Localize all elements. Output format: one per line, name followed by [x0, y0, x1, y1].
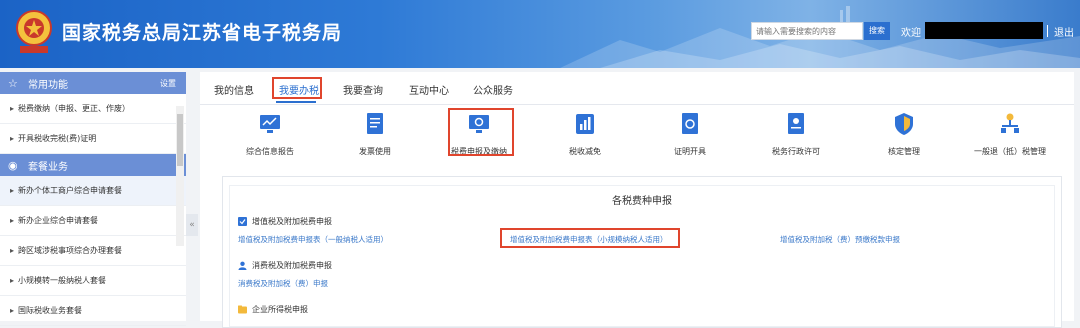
header-bar: 国家税务总局江苏省电子税务局 搜索 欢迎 退出: [0, 0, 1080, 68]
bullet-icon: ▸: [10, 216, 15, 225]
sidebar-item-label: 国际税收业务套餐: [18, 306, 83, 315]
active-tab-indicator: [276, 101, 316, 103]
sidebar-item-new-enterprise[interactable]: ▸ 新办企业综合申请套餐: [0, 206, 186, 236]
bullet-icon: ▸: [10, 134, 15, 143]
welcome-text: 欢迎: [901, 28, 921, 39]
scrollbar-thumb[interactable]: [177, 114, 183, 166]
link-vat-general[interactable]: 增值税及附加税费申报表（一般纳税人适用）: [238, 234, 388, 245]
common-functions-title: 常用功能: [28, 79, 68, 91]
function-label: 发票使用: [359, 147, 391, 156]
section-enterprise-income: 企业所得税申报: [238, 304, 308, 315]
header-divider: [1047, 25, 1048, 37]
sidebar-item-small-to-general[interactable]: ▸ 小规模转一般纳税人套餐: [0, 266, 186, 296]
sidebar-item-label: 小规模转一般纳税人套餐: [18, 276, 107, 285]
star-icon: ☆: [8, 76, 18, 90]
sidebar-item-label: 税费缴纳（申报、更正、作废）: [18, 104, 131, 113]
person-icon: [238, 261, 247, 270]
bullet-icon: ▸: [10, 186, 15, 195]
package-business-header[interactable]: ◉ 套餐业务: [0, 154, 186, 176]
document-icon: [367, 113, 383, 134]
bullet-icon: ▸: [10, 246, 15, 255]
bullet-icon: ▸: [10, 276, 15, 285]
section-vat: 增值税及附加税费申报: [238, 216, 332, 227]
search-input[interactable]: [751, 22, 863, 40]
folder-icon: [238, 305, 247, 314]
function-certificate[interactable]: 证明开具: [640, 112, 740, 157]
function-label: 一般退（抵）税管理: [974, 147, 1046, 156]
function-info-report[interactable]: 综合信息报告: [220, 112, 320, 157]
main-content: 我的信息 我要办税 我要查询 互动中心 公众服务 综合信息报告 发票使用 税费申: [200, 72, 1074, 328]
function-label: 税收减免: [569, 147, 601, 156]
tab-my-info[interactable]: 我的信息: [214, 82, 254, 97]
logout-link[interactable]: 退出: [1054, 24, 1074, 39]
refund-tree-icon: [1001, 113, 1019, 133]
function-label: 税务行政许可: [772, 147, 820, 156]
sidebar-item-international-tax[interactable]: ▸ 国际税收业务套餐: [0, 296, 186, 326]
shield-icon: [895, 113, 913, 135]
common-functions-header[interactable]: ☆ 常用功能 设置: [0, 72, 186, 94]
sidebar-item-tax-payment[interactable]: ▸ 税费缴纳（申报、更正、作废）: [0, 94, 186, 124]
section-title: 企业所得税申报: [252, 305, 308, 314]
section-consumption: 消费税及附加税费申报: [238, 260, 332, 271]
package-business-title: 套餐业务: [28, 161, 68, 173]
tab-bar: 我的信息 我要办税 我要查询 互动中心 公众服务: [200, 72, 1074, 105]
link-highlight-box: [500, 228, 680, 248]
bullet-icon: ▸: [10, 104, 15, 113]
function-invoice-use[interactable]: 发票使用: [325, 112, 425, 157]
redacted-username: [925, 22, 1043, 39]
bullet-icon: ▸: [10, 306, 15, 315]
sidebar-item-label: 新办个体工商户综合申请套餐: [18, 186, 123, 195]
tax-declaration-panel: 各税费种申报 增值税及附加税费申报 增值税及附加税费申报表（一般纳税人适用） 增…: [222, 176, 1062, 328]
package-icon: ◉: [8, 158, 18, 172]
link-consumption[interactable]: 消费税及附加税（费）申报: [238, 278, 328, 289]
section-title: 消费税及附加税费申报: [252, 261, 332, 270]
tax-emblem-icon: [16, 10, 52, 53]
sidebar-item-label: 开具税收完税(费)证明: [18, 134, 97, 143]
sidebar-item-individual-business[interactable]: ▸ 新办个体工商户综合申请套餐: [0, 176, 186, 206]
sidebar: ☆ 常用功能 设置 ▸ 税费缴纳（申报、更正、作废） ▸ 开具税收完税(费)证明…: [0, 72, 186, 326]
function-highlight-box: [448, 108, 514, 156]
function-tax-reduction[interactable]: 税收减免: [535, 112, 635, 157]
sidebar-scrollbar[interactable]: [176, 106, 184, 246]
bar-chart-icon: [576, 114, 594, 134]
function-label: 证明开具: [674, 147, 706, 156]
sidebar-item-label: 跨区域涉税事项综合办理套餐: [18, 246, 123, 255]
section-title: 增值税及附加税费申报: [252, 217, 332, 226]
panel-inner: 各税费种申报 增值税及附加税费申报 增值税及附加税费申报表（一般纳税人适用） 增…: [229, 185, 1055, 327]
function-label: 综合信息报告: [246, 147, 294, 156]
tab-interaction[interactable]: 互动中心: [409, 82, 449, 97]
tab-query[interactable]: 我要查询: [343, 82, 383, 97]
panel-title: 各税费种申报: [612, 196, 672, 207]
sidebar-item-cross-region[interactable]: ▸ 跨区域涉税事项综合办理套餐: [0, 236, 186, 266]
sidebar-item-tax-certificate[interactable]: ▸ 开具税收完税(费)证明: [0, 124, 186, 154]
link-vat-prepay[interactable]: 增值税及附加税（费）预缴税款申报: [780, 234, 900, 245]
sidebar-item-label: 新办企业综合申请套餐: [18, 216, 99, 225]
monitor-chart-icon: [260, 115, 280, 133]
function-label: 核定管理: [888, 147, 920, 156]
settings-link[interactable]: 设置: [160, 78, 176, 89]
license-icon: [788, 113, 804, 134]
tab-highlight-box: [272, 77, 322, 99]
site-title: 国家税务总局江苏省电子税务局: [62, 22, 343, 44]
search-button[interactable]: 搜索: [864, 22, 890, 40]
collapse-sidebar-button[interactable]: «: [186, 214, 198, 236]
function-admin-license[interactable]: 税务行政许可: [746, 112, 846, 157]
certificate-icon: [682, 113, 698, 134]
checkbox-icon: [238, 217, 247, 226]
function-tax-refund[interactable]: 一般退（抵）税管理: [960, 112, 1060, 157]
function-verification[interactable]: 核定管理: [854, 112, 954, 157]
tab-public-service[interactable]: 公众服务: [473, 82, 513, 97]
